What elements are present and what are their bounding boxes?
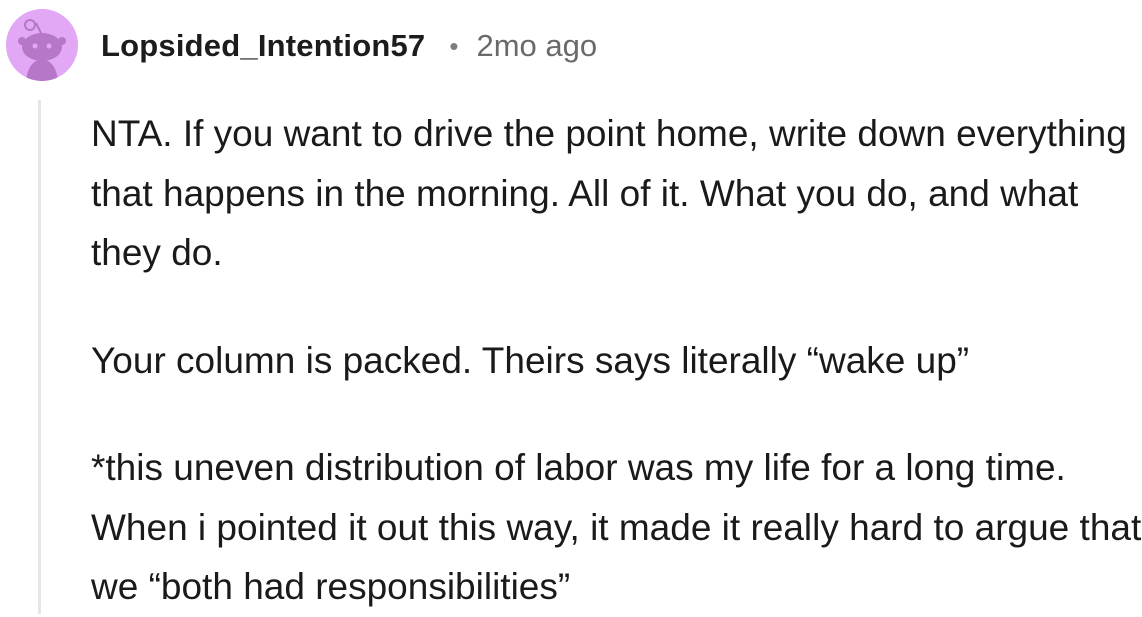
comment-body: NTA. If you want to drive the point home… — [91, 104, 1142, 617]
comment-timestamp[interactable]: 2mo ago — [476, 28, 597, 64]
thread-collapse-line[interactable] — [38, 100, 41, 614]
author-username[interactable]: Lopsided_Intention57 — [101, 28, 425, 64]
user-avatar[interactable] — [6, 9, 78, 81]
meta-separator: • — [449, 30, 459, 61]
comment-paragraph: NTA. If you want to drive the point home… — [91, 113, 1127, 273]
comment-paragraph: *this uneven distribution of labor was m… — [91, 447, 1142, 607]
comment-paragraph: Your column is packed. Theirs says liter… — [91, 339, 970, 381]
reddit-snoo-avatar-icon — [6, 9, 78, 81]
comment-header: Lopsided_Intention57 • 2mo ago — [101, 24, 597, 68]
